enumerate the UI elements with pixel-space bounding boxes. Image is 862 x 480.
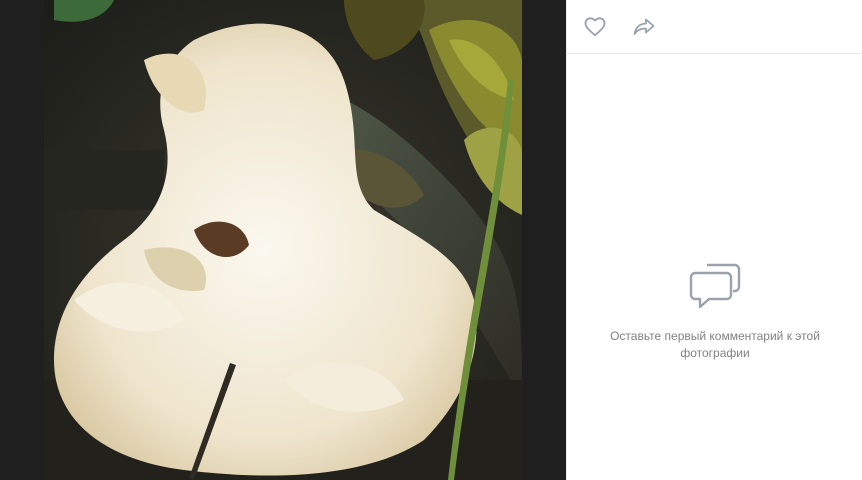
empty-comments-placeholder: Оставьте первый комментарий к этой фотог…	[567, 262, 862, 362]
like-button[interactable]	[583, 15, 607, 39]
comment-bubbles-icon	[689, 263, 741, 309]
empty-comments-text: Оставьте первый комментарий к этой фотог…	[610, 329, 820, 360]
share-button[interactable]	[632, 15, 656, 39]
share-arrow-icon	[633, 18, 655, 35]
photo-viewer: Оставьте первый комментарий к этой фотог…	[0, 0, 862, 480]
comments-panel: Оставьте первый комментарий к этой фотог…	[566, 0, 862, 480]
photo-image	[44, 0, 522, 480]
photo[interactable]	[44, 0, 522, 480]
photo-stage[interactable]	[0, 0, 566, 480]
heart-icon	[584, 16, 606, 36]
photo-actions-bar	[567, 0, 862, 54]
